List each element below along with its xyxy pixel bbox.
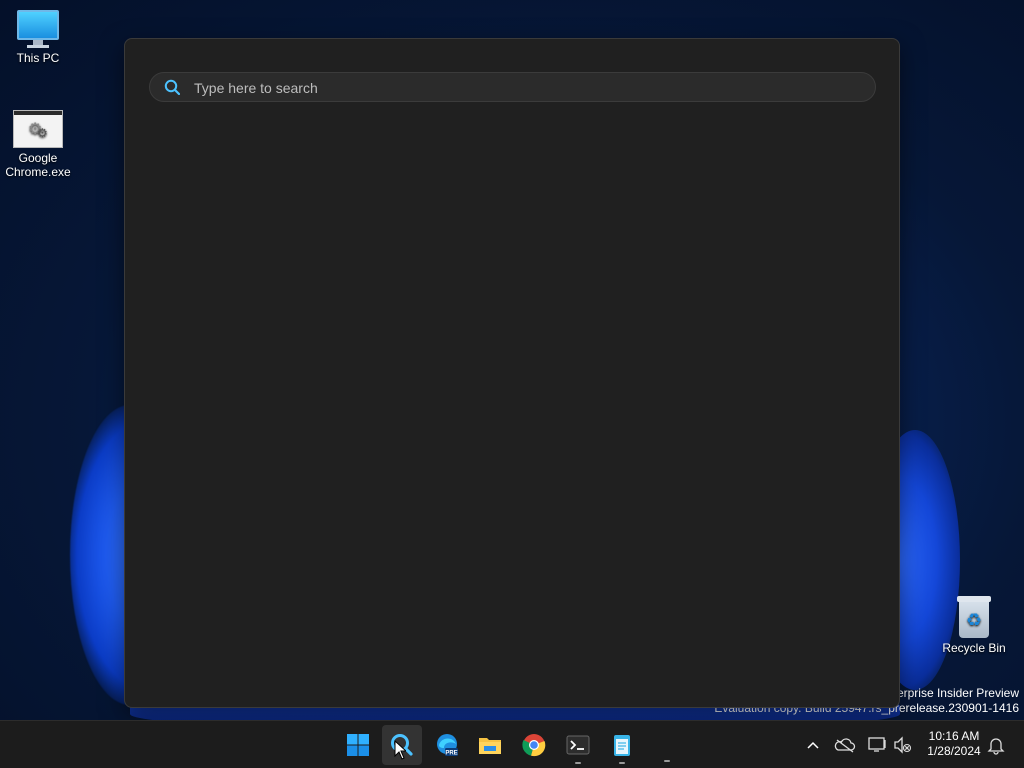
taskbar-file-explorer-button[interactable] (470, 725, 510, 765)
windows-start-icon (347, 734, 369, 756)
show-hidden-icons-button[interactable] (804, 729, 822, 761)
taskbar-terminal-button[interactable] (558, 725, 598, 765)
notifications-button[interactable] (986, 729, 1006, 761)
taskbar-chrome-button[interactable] (514, 725, 554, 765)
running-indicator (575, 762, 581, 764)
taskbar-edge-button[interactable]: PRE (427, 725, 467, 765)
desktop-icon-this-pc[interactable]: This PC (0, 10, 76, 65)
onedrive-tray-button[interactable] (834, 729, 856, 761)
onedrive-offline-icon (834, 738, 856, 753)
desktop-icon-label: Google Chrome.exe (5, 151, 71, 179)
search-box[interactable] (149, 72, 876, 103)
taskbar: PRE 10:16 AM 1/28/2024 (0, 720, 1024, 768)
search-icon (164, 79, 181, 96)
running-indicator (619, 762, 625, 764)
mouse-cursor-icon (394, 740, 406, 760)
executable-file-icon: ⚙ ⚙ (13, 110, 63, 148)
volume-tray-button[interactable] (892, 729, 914, 761)
start-button[interactable] (338, 725, 378, 765)
running-indicator (664, 760, 670, 762)
desktop-icon-recycle-bin[interactable]: ♻ Recycle Bin (936, 596, 1012, 655)
search-flyout (124, 38, 900, 708)
taskbar-notepad-button[interactable] (602, 725, 642, 765)
desktop-icon-chrome-exe[interactable]: ⚙ ⚙ Google Chrome.exe (0, 110, 76, 179)
computer-icon (17, 10, 59, 48)
clock[interactable]: 10:16 AM 1/28/2024 (922, 729, 986, 759)
chrome-icon (522, 734, 546, 757)
edge-badge-text: PRE (445, 751, 457, 757)
chevron-up-icon (807, 741, 819, 749)
network-tray-button[interactable] (866, 729, 888, 761)
file-explorer-icon (479, 738, 501, 754)
clock-date: 1/28/2024 (927, 744, 981, 758)
network-icon (868, 737, 886, 752)
terminal-icon (566, 735, 590, 755)
search-input[interactable] (192, 73, 856, 103)
volume-muted-icon (894, 736, 912, 754)
clock-time: 10:16 AM (928, 729, 980, 743)
bell-icon (987, 738, 1005, 755)
desktop-icon-label: This PC (16, 51, 60, 65)
desktop-icon-label: Recycle Bin (942, 641, 1006, 655)
notepad-icon (614, 735, 630, 756)
edge-beta-icon: PRE (437, 734, 458, 757)
recycle-bin-icon: ♻ (956, 596, 992, 638)
